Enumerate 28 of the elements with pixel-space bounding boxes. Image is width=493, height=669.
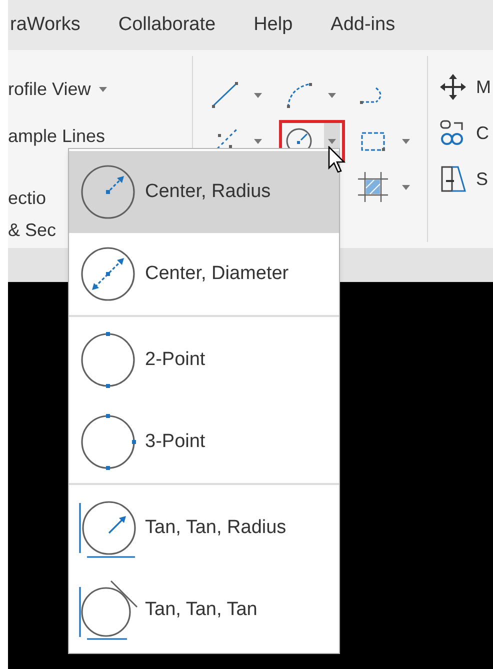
line-icon	[210, 80, 240, 110]
menu-tab[interactable]: Collaborate	[118, 10, 216, 40]
menu-item[interactable]: Center, Radius	[69, 151, 339, 233]
menu-tab[interactable]: Add-ins	[330, 10, 396, 40]
ribbon-command[interactable]: M	[476, 74, 491, 100]
caret-icon	[98, 86, 107, 92]
ribbon-command[interactable]: ectio	[8, 184, 46, 212]
caret-icon	[254, 138, 262, 144]
ribbon-command[interactable]: ample Lines	[8, 122, 106, 150]
move-icon	[438, 72, 468, 102]
ribbon-command[interactable]: S	[476, 166, 488, 192]
menu-item[interactable]: 3-Point	[69, 401, 339, 483]
caret-icon	[254, 92, 262, 98]
arc-icon	[284, 80, 314, 110]
caret-icon	[402, 138, 410, 144]
hatch-icon	[358, 172, 388, 202]
menu-tab[interactable]: raWorks	[10, 10, 80, 40]
menu-item[interactable]: 2-Point	[69, 319, 339, 401]
caret-icon	[402, 184, 410, 190]
ribbon-command[interactable]: rofile View	[8, 76, 91, 102]
menu-item[interactable]: Tan, Tan, Tan	[69, 569, 339, 651]
caret-icon	[328, 138, 336, 144]
menu-item[interactable]: Center, Diameter	[69, 233, 339, 315]
ribbon-command[interactable]: & Sec	[8, 216, 56, 244]
menu-tab[interactable]: Help	[254, 10, 293, 40]
ribbon-command[interactable]: C	[476, 120, 489, 146]
caret-icon	[328, 92, 336, 98]
menu-item[interactable]: Tan, Tan, Radius	[69, 487, 339, 569]
